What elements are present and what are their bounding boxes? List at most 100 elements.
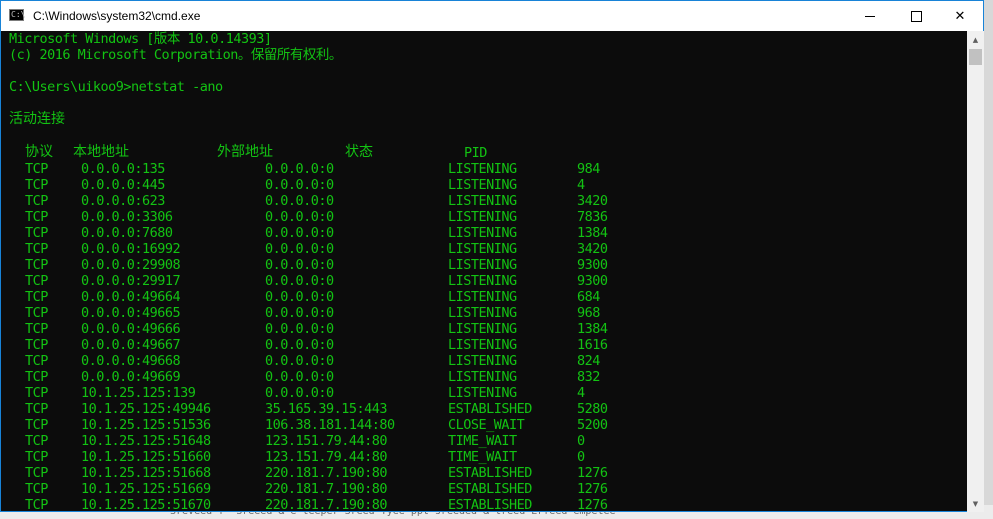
cell-state: LISTENING <box>448 161 517 177</box>
cell-local-address: 0.0.0.0:49665 <box>81 305 181 321</box>
cell-pid: 3420 <box>577 193 608 209</box>
cell-foreign-address: 0.0.0.0:0 <box>265 257 334 273</box>
scroll-thumb[interactable] <box>969 49 982 65</box>
cmd-icon[interactable]: C:\ <box>9 9 25 21</box>
cell-local-address: 0.0.0.0:623 <box>81 193 165 209</box>
cell-local-address: 10.1.25.125:51648 <box>81 433 211 449</box>
cell-state: TIME_WAIT <box>448 449 517 465</box>
scroll-down-arrow-icon[interactable]: ▼ <box>967 495 984 512</box>
cell-pid: 5200 <box>577 417 608 433</box>
cell-local-address: 0.0.0.0:49666 <box>81 321 181 337</box>
cell-protocol: TCP <box>25 209 48 225</box>
cell-foreign-address: 220.181.7.190:80 <box>265 481 388 497</box>
cell-state: LISTENING <box>448 289 517 305</box>
cell-state: ESTABLISHED <box>448 401 532 417</box>
cell-state: LISTENING <box>448 337 517 353</box>
column-header-pid: PID <box>464 145 487 161</box>
cell-protocol: TCP <box>25 321 48 337</box>
minimize-button[interactable] <box>847 1 893 31</box>
cell-pid: 1276 <box>577 481 608 497</box>
cell-protocol: TCP <box>25 225 48 241</box>
cell-state: LISTENING <box>448 257 517 273</box>
cell-protocol: TCP <box>25 353 48 369</box>
cell-protocol: TCP <box>25 273 48 289</box>
cell-foreign-address: 0.0.0.0:0 <box>265 193 334 209</box>
cell-pid: 4 <box>577 177 585 193</box>
cell-protocol: TCP <box>25 337 48 353</box>
cell-protocol: TCP <box>25 177 48 193</box>
cell-local-address: 10.1.25.125:51668 <box>81 465 211 481</box>
cell-state: LISTENING <box>448 177 517 193</box>
console-command-line: C:\Users\uikoo9>netstat -ano <box>9 79 223 95</box>
cell-pid: 1384 <box>577 321 608 337</box>
cell-protocol: TCP <box>25 241 48 257</box>
cell-foreign-address: 123.151.79.44:80 <box>265 433 388 449</box>
cell-state: LISTENING <box>448 353 517 369</box>
cmd-window[interactable]: C:\ C:\Windows\system32\cmd.exe ✕ Micros… <box>0 0 984 512</box>
window-title: C:\Windows\system32\cmd.exe <box>33 9 201 23</box>
cell-protocol: TCP <box>25 481 48 497</box>
cell-protocol: TCP <box>25 193 48 209</box>
vertical-scrollbar[interactable]: ▲ ▼ <box>967 31 984 512</box>
cell-pid: 3420 <box>577 241 608 257</box>
cell-state: LISTENING <box>448 369 517 385</box>
cell-foreign-address: 0.0.0.0:0 <box>265 369 334 385</box>
console-output[interactable]: Microsoft Windows [版本 10.0.14393] (c) 20… <box>1 31 967 511</box>
cell-pid: 5280 <box>577 401 608 417</box>
cell-pid: 4 <box>577 385 585 401</box>
cell-foreign-address: 220.181.7.190:80 <box>265 465 388 481</box>
cell-state: LISTENING <box>448 241 517 257</box>
section-heading: 活动连接 <box>9 111 65 127</box>
cell-foreign-address: 0.0.0.0:0 <box>265 289 334 305</box>
cell-protocol: TCP <box>25 161 48 177</box>
cell-foreign-address: 123.151.79.44:80 <box>265 449 388 465</box>
cell-protocol: TCP <box>25 369 48 385</box>
cell-local-address: 0.0.0.0:29917 <box>81 273 181 289</box>
cell-foreign-address: 0.0.0.0:0 <box>265 177 334 193</box>
column-header-local-address: 本地地址 <box>73 144 129 160</box>
cell-local-address: 0.0.0.0:49669 <box>81 369 181 385</box>
close-button[interactable]: ✕ <box>937 1 983 31</box>
cell-pid: 968 <box>577 305 600 321</box>
cell-pid: 684 <box>577 289 600 305</box>
column-header-foreign-address: 外部地址 <box>217 144 273 160</box>
cell-pid: 832 <box>577 369 600 385</box>
console-line: Microsoft Windows [版本 10.0.14393] <box>9 31 272 47</box>
column-header-state: 状态 <box>345 144 373 160</box>
cell-protocol: TCP <box>25 257 48 273</box>
cell-state: LISTENING <box>448 225 517 241</box>
cell-protocol: TCP <box>25 401 48 417</box>
cell-state: ESTABLISHED <box>448 465 532 481</box>
cell-pid: 9300 <box>577 257 608 273</box>
cell-local-address: 0.0.0.0:49668 <box>81 353 181 369</box>
cell-local-address: 0.0.0.0:135 <box>81 161 165 177</box>
cell-protocol: TCP <box>25 417 48 433</box>
cell-foreign-address: 0.0.0.0:0 <box>265 305 334 321</box>
title-bar[interactable]: C:\ C:\Windows\system32\cmd.exe ✕ <box>1 1 983 31</box>
cell-state: LISTENING <box>448 305 517 321</box>
maximize-icon <box>910 10 922 22</box>
cell-state: ESTABLISHED <box>448 481 532 497</box>
cell-foreign-address: 220.181.7.190:80 <box>265 497 388 511</box>
scroll-up-arrow-icon[interactable]: ▲ <box>967 31 984 48</box>
cell-local-address: 10.1.25.125:139 <box>81 385 196 401</box>
cell-protocol: TCP <box>25 449 48 465</box>
cell-pid: 9300 <box>577 273 608 289</box>
maximize-button[interactable] <box>893 1 939 31</box>
cell-state: LISTENING <box>448 321 517 337</box>
cell-protocol: TCP <box>25 433 48 449</box>
cell-local-address: 0.0.0.0:445 <box>81 177 165 193</box>
cell-foreign-address: 0.0.0.0:0 <box>265 225 334 241</box>
cell-local-address: 10.1.25.125:51660 <box>81 449 211 465</box>
cell-pid: 0 <box>577 449 585 465</box>
cell-state: LISTENING <box>448 193 517 209</box>
cell-foreign-address: 106.38.181.144:80 <box>265 417 395 433</box>
cell-foreign-address: 0.0.0.0:0 <box>265 321 334 337</box>
cell-foreign-address: 0.0.0.0:0 <box>265 337 334 353</box>
cell-local-address: 0.0.0.0:7680 <box>81 225 173 241</box>
cell-protocol: TCP <box>25 497 48 511</box>
cell-protocol: TCP <box>25 385 48 401</box>
cell-foreign-address: 35.165.39.15:443 <box>265 401 388 417</box>
cell-local-address: 0.0.0.0:29908 <box>81 257 181 273</box>
cell-state: TIME_WAIT <box>448 433 517 449</box>
